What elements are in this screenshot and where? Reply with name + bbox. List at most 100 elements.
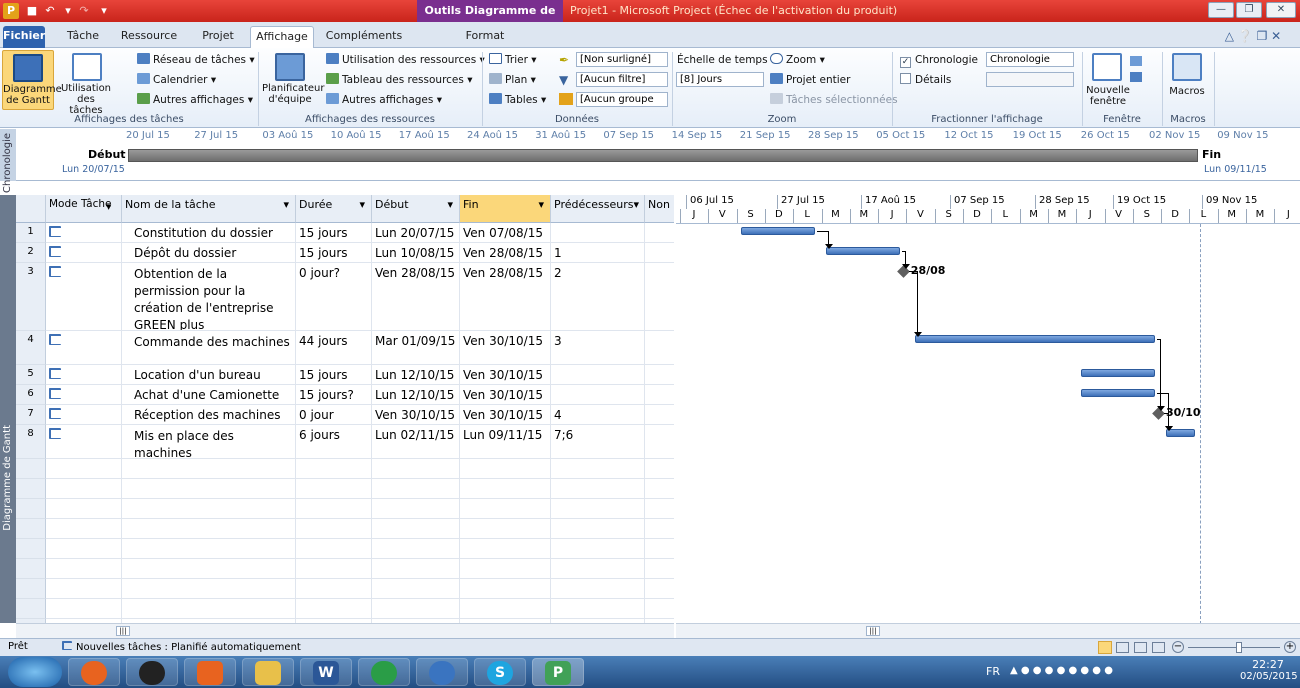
empty-cell[interactable] (46, 519, 122, 539)
tab-ressource[interactable]: Ressource (112, 26, 186, 48)
network-diagram-button[interactable]: Réseau de tâches ▾ (137, 53, 255, 67)
resource-names-cell[interactable] (645, 331, 674, 365)
team-planner-button[interactable]: Planificateur d'équipe (262, 50, 325, 110)
tab-format[interactable]: Format (455, 26, 515, 48)
empty-cell[interactable] (460, 579, 551, 599)
end-cell[interactable]: Ven 30/10/15 (460, 405, 551, 425)
empty-cell[interactable] (645, 599, 674, 619)
row-number[interactable]: 7 (16, 405, 46, 425)
empty-cell[interactable] (551, 459, 645, 479)
empty-cell[interactable] (122, 579, 296, 599)
row-number[interactable] (16, 479, 46, 499)
taskbar-explorer[interactable] (242, 658, 294, 686)
timeline-side-tab[interactable]: Chronologie (0, 129, 16, 193)
grid-horizontal-scrollbar[interactable]: ||| (16, 623, 674, 638)
task-mode-cell[interactable] (46, 223, 122, 243)
timeline-view[interactable]: 20 Jul 15 27 Jul 15 03 Aoû 15 10 Aoû 15 17 A… (16, 129, 1300, 181)
row-number[interactable] (16, 599, 46, 619)
tab-fichier[interactable]: Fichier (3, 26, 45, 48)
resource-usage-button[interactable]: Utilisation des ressources ▾ (326, 53, 485, 67)
row-number[interactable]: 2 (16, 243, 46, 263)
empty-cell[interactable] (551, 599, 645, 619)
row-number[interactable]: 3 (16, 263, 46, 331)
task-mode-cell[interactable] (46, 365, 122, 385)
resource-names-cell[interactable] (645, 263, 674, 331)
empty-cell[interactable] (551, 479, 645, 499)
timeline-project-bar[interactable] (128, 149, 1198, 162)
end-cell[interactable]: Ven 28/08/15 (460, 263, 551, 331)
empty-cell[interactable] (645, 539, 674, 559)
group-combo[interactable]: [Aucun groupe (576, 92, 668, 107)
empty-cell[interactable] (122, 479, 296, 499)
start-cell[interactable]: Lun 12/10/15 (372, 385, 460, 405)
highlight-filter-combo[interactable]: [Non surligné] (576, 52, 668, 67)
task-bar[interactable] (1081, 389, 1155, 397)
taskbar-app7[interactable] (416, 658, 468, 686)
empty-cell[interactable] (122, 559, 296, 579)
row-number[interactable] (16, 559, 46, 579)
chevron-down-icon[interactable]: ▾ (447, 198, 453, 211)
tab-complements[interactable]: Compléments (320, 26, 408, 48)
tab-tache[interactable]: Tâche (62, 26, 104, 48)
task-bar[interactable] (825, 247, 900, 255)
predecessors-cell[interactable]: 1 (551, 243, 645, 263)
row-number[interactable]: 5 (16, 365, 46, 385)
empty-cell[interactable] (122, 499, 296, 519)
empty-cell[interactable] (645, 459, 674, 479)
resource-names-cell[interactable] (645, 243, 674, 263)
empty-cell[interactable] (122, 599, 296, 619)
empty-cell[interactable] (296, 539, 372, 559)
empty-cell[interactable] (460, 599, 551, 619)
empty-cell[interactable] (551, 539, 645, 559)
empty-cell[interactable] (372, 599, 460, 619)
col-header-start[interactable]: Début ▾ (372, 195, 460, 223)
sort-button[interactable]: Trier ▾ (489, 53, 537, 67)
resource-view-shortcut-icon[interactable] (1134, 642, 1147, 653)
close-button[interactable]: ✕ (1266, 2, 1296, 18)
end-cell[interactable]: Ven 30/10/15 (460, 331, 551, 365)
zoom-slider-thumb[interactable] (1236, 642, 1242, 653)
gantt-horizontal-scrollbar[interactable]: ||| (676, 623, 1300, 638)
resource-names-cell[interactable] (645, 425, 674, 459)
resource-sheet-button[interactable]: Tableau des ressources ▾ (326, 73, 472, 87)
gantt-view-shortcut-icon[interactable] (1098, 641, 1112, 654)
duration-cell[interactable]: 0 jour (296, 405, 372, 425)
resource-names-cell[interactable] (645, 365, 674, 385)
predecessors-cell[interactable]: 4 (551, 405, 645, 425)
tray-icons[interactable]: ▲ ● ● ● ● ● ● ● ● (1010, 665, 1113, 676)
task-mode-cell[interactable] (46, 243, 122, 263)
scroll-thumb[interactable]: ||| (866, 626, 880, 636)
empty-cell[interactable] (296, 499, 372, 519)
task-name-cell[interactable]: Obtention de la permission pour la créat… (122, 263, 296, 331)
empty-cell[interactable] (372, 539, 460, 559)
outline-button[interactable]: Plan ▾ (489, 73, 536, 87)
tab-projet[interactable]: Projet (192, 26, 244, 48)
task-name-cell[interactable]: Mis en place des machines (122, 425, 296, 459)
task-mode-cell[interactable] (46, 405, 122, 425)
empty-cell[interactable] (551, 559, 645, 579)
row-number[interactable]: 6 (16, 385, 46, 405)
empty-cell[interactable] (645, 559, 674, 579)
start-button[interactable] (8, 657, 62, 687)
sheet-view-shortcut-icon[interactable] (1152, 642, 1165, 653)
empty-cell[interactable] (46, 559, 122, 579)
row-number[interactable] (16, 579, 46, 599)
duration-cell[interactable]: 15 jours (296, 365, 372, 385)
row-number[interactable] (16, 539, 46, 559)
duration-cell[interactable]: 0 jour? (296, 263, 372, 331)
row-number[interactable]: 1 (16, 223, 46, 243)
gantt-chart[interactable]: 06 Jul 15 27 Jul 15 17 Aoû 15 07 Sep 15 28 S… (676, 195, 1300, 623)
empty-cell[interactable] (296, 579, 372, 599)
row-number[interactable] (16, 519, 46, 539)
chevron-down-icon[interactable]: ▾ (633, 198, 639, 211)
new-window-button[interactable]: Nouvelle fenêtre (1086, 50, 1156, 110)
duration-cell[interactable]: 6 jours (296, 425, 372, 459)
end-cell[interactable]: Ven 28/08/15 (460, 243, 551, 263)
redo-icon[interactable]: ↷ (76, 3, 92, 19)
empty-cell[interactable] (372, 499, 460, 519)
empty-cell[interactable] (460, 499, 551, 519)
end-cell[interactable]: Lun 09/11/15 (460, 425, 551, 459)
taskbar-app2[interactable] (126, 658, 178, 686)
resource-names-cell[interactable] (645, 385, 674, 405)
duration-cell[interactable]: 15 jours (296, 223, 372, 243)
